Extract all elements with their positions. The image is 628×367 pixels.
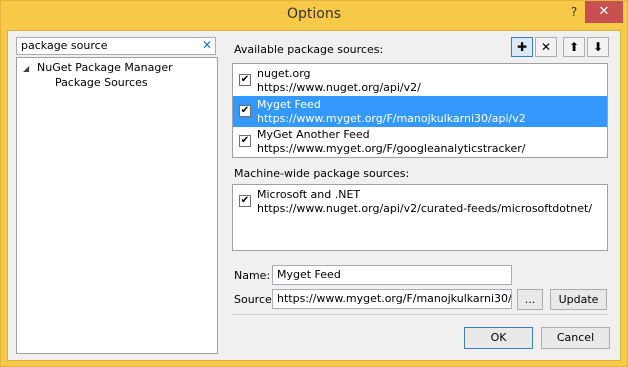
- name-label: Name:: [234, 269, 271, 282]
- update-button[interactable]: Update: [550, 289, 607, 310]
- divider: [232, 314, 608, 315]
- source-url: https://www.myget.org/F/manojkulkarni30/…: [257, 112, 526, 125]
- name-field[interactable]: Myget Feed: [272, 265, 512, 285]
- arrow-down-icon: ⬇: [592, 40, 604, 54]
- machine-sources-list: ✔ Microsoft and .NET https://www.nuget.o…: [232, 184, 608, 251]
- expand-arrow-icon[interactable]: ◢: [23, 64, 37, 73]
- search-input-value: package source: [21, 39, 108, 52]
- enabled-checkbox[interactable]: ✔: [239, 74, 251, 86]
- move-up-button[interactable]: ⬆: [563, 37, 585, 57]
- list-item-selected[interactable]: ✔ Myget Feed https://www.myget.org/F/man…: [233, 96, 607, 127]
- plus-icon: ✚: [516, 40, 528, 54]
- browse-button[interactable]: ...: [517, 289, 543, 310]
- source-url: https://www.myget.org/F/googleanalyticst…: [257, 142, 526, 155]
- source-url: https://www.nuget.org/api/v2/: [257, 81, 421, 94]
- move-down-button[interactable]: ⬇: [587, 37, 609, 57]
- source-name: Microsoft and .NET: [257, 188, 361, 201]
- source-name: MyGet Another Feed: [257, 128, 370, 141]
- enabled-checkbox[interactable]: ✔: [239, 135, 251, 147]
- enabled-checkbox[interactable]: ✔: [239, 105, 251, 117]
- arrow-up-icon: ⬆: [568, 40, 580, 54]
- dialog-body: package source ✕ ◢ NuGet Package Manager …: [7, 30, 621, 361]
- list-item[interactable]: ✔ Microsoft and .NET https://www.nuget.o…: [233, 186, 607, 217]
- options-dialog: Options ? ✕ package source ✕ ◢ NuGet Pack…: [0, 0, 628, 367]
- search-input[interactable]: package source ✕: [16, 37, 216, 55]
- list-item[interactable]: ✔ nuget.org https://www.nuget.org/api/v2…: [233, 65, 607, 96]
- machine-sources-heading: Machine-wide package sources:: [234, 167, 410, 180]
- available-sources-list: ✔ nuget.org https://www.nuget.org/api/v2…: [232, 63, 608, 158]
- ok-button[interactable]: OK: [464, 327, 533, 349]
- enabled-checkbox[interactable]: ✔: [239, 195, 251, 207]
- available-sources-heading: Available package sources:: [234, 43, 384, 56]
- source-url: https://www.nuget.org/api/v2/curated-fee…: [257, 202, 593, 215]
- title-bar: Options ? ✕: [1, 1, 627, 29]
- add-source-button[interactable]: ✚: [511, 37, 533, 57]
- dialog-title: Options: [286, 6, 342, 22]
- source-name: nuget.org: [257, 67, 311, 80]
- source-name: Myget Feed: [257, 98, 321, 111]
- source-field[interactable]: https://www.myget.org/F/manojkulkarni30/…: [272, 289, 512, 309]
- tree-node-package-sources[interactable]: Package Sources: [55, 76, 148, 89]
- tree-node-nuget-package-manager[interactable]: ◢ NuGet Package Manager: [23, 61, 173, 74]
- cancel-button[interactable]: Cancel: [541, 327, 610, 349]
- options-tree: ◢ NuGet Package Manager Package Sources: [16, 57, 218, 354]
- tree-node-label: NuGet Package Manager: [37, 61, 173, 74]
- clear-search-icon[interactable]: ✕: [202, 38, 212, 52]
- x-icon: ✕: [540, 40, 552, 54]
- help-button[interactable]: ?: [563, 1, 585, 23]
- list-item[interactable]: ✔ MyGet Another Feed https://www.myget.o…: [233, 126, 607, 157]
- remove-source-button[interactable]: ✕: [535, 37, 557, 57]
- source-label: Source:: [234, 293, 276, 306]
- close-button[interactable]: ✕: [585, 1, 623, 23]
